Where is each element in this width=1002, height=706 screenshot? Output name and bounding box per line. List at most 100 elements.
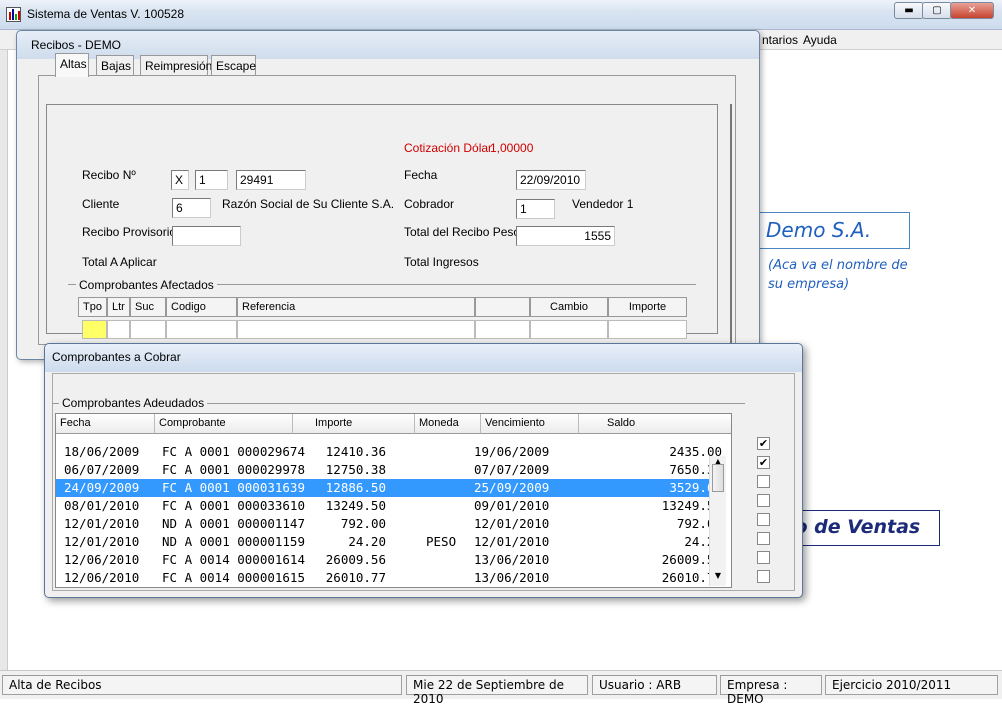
afectados-cell[interactable] [107,320,130,339]
afectados-col-importe[interactable]: Importe [608,297,687,317]
module-banner: lo de Ventas [787,510,940,546]
cell-comprobante: FC A 0014 000001615 [162,570,305,585]
list-item[interactable]: 24/09/2009 FC A 0001 000031639 12886.50 25/… [56,479,722,497]
row-select-checkbox[interactable] [757,513,770,526]
row-select-checkbox[interactable] [757,551,770,564]
row-select-checkbox[interactable] [757,570,770,583]
tab-bajas[interactable]: Bajas [96,55,134,75]
cobrador-field[interactable]: 1 [516,199,555,219]
provisorio-field[interactable] [172,226,241,246]
scroll-thumb[interactable] [712,464,724,492]
afectados-cell[interactable] [608,320,687,339]
afectados-col-suc[interactable]: Suc [130,297,166,317]
afectados-label: Comprobantes Afectados [76,278,217,292]
cell-comprobante: ND A 0001 000001147 [162,516,305,531]
afectados-cell[interactable] [475,320,530,339]
afectados-cell[interactable] [130,320,166,339]
list-item[interactable]: 08/01/2010 FC A 0001 000033610 13249.50 09/… [56,497,722,515]
cell-vencimiento: 09/01/2010 [474,498,550,513]
cell-vencimiento: 07/07/2009 [474,462,550,477]
cell-moneda: PESO [426,534,457,549]
afectados-col-codigo[interactable]: Codigo [166,297,237,317]
list-item[interactable]: 12/06/2010 FC A 0014 000001615 26010.77 13/… [56,569,722,587]
afectados-col-tpo[interactable]: Tpo [78,297,107,317]
list-item[interactable]: 18/06/2009 FC A 0001 000029674 12410.36 19/… [56,443,722,461]
tab-escape[interactable]: Escape [211,55,256,75]
cell-fecha: 12/06/2010 [64,552,140,567]
recibo-punto-field[interactable]: 1 [195,170,228,190]
status-date: Mie 22 de Septiembre de 2010 [406,675,588,706]
cell-comprobante: ND A 0001 000001159 [162,534,305,549]
adeudados-list[interactable]: Fecha Comprobante Importe Moneda Vencimi… [55,413,732,588]
cell-comprobante: FC A 0001 000029674 [162,444,305,459]
row-select-checkbox[interactable]: ✔ [757,456,770,469]
row-select-checkbox[interactable] [757,475,770,488]
afectados-cell[interactable] [237,320,475,339]
col-saldo[interactable]: Saldo [579,414,731,434]
minimize-button[interactable]: ▬ [894,2,924,19]
list-item[interactable]: 12/06/2010 FC A 0014 000001614 26009.56 13/… [56,551,722,569]
col-fecha[interactable]: Fecha [56,414,155,434]
cell-vencimiento: 12/01/2010 [474,534,550,549]
row-select-checkbox[interactable] [757,532,770,545]
close-button[interactable]: ✕ [950,2,994,19]
afectados-cell[interactable] [530,320,608,339]
status-period: Ejercicio 2010/2011 [825,675,998,695]
list-item[interactable]: 12/01/2010 ND A 0001 000001159 24.20 PESO 12… [56,533,722,551]
status-bar: Alta de Recibos Mie 22 de Septiembre de … [0,670,1002,706]
afectados-col-blank[interactable] [475,297,530,317]
scroll-down-icon[interactable]: ▼ [712,572,724,580]
col-comprobante[interactable]: Comprobante [155,414,293,434]
afectados-col-referencia[interactable]: Referencia [237,297,475,317]
row-select-checkbox[interactable] [757,494,770,507]
tab-reimpresion[interactable]: Reimpresión [140,55,212,75]
col-importe[interactable]: Importe [293,414,415,434]
cell-fecha: 12/01/2010 [64,534,140,549]
recibo-letra-field[interactable]: X [171,170,189,190]
col-moneda[interactable]: Moneda [415,414,481,434]
cliente-label: Cliente [82,197,120,211]
afectados-col-cambio[interactable]: Cambio [530,297,608,317]
maximize-button[interactable]: ▢ [922,2,952,19]
col-vencimiento[interactable]: Vencimiento [481,414,579,434]
afectados-col-ltr[interactable]: Ltr [107,297,130,317]
recibos-title: Recibos - DEMO [31,38,122,52]
tab-altas[interactable]: Altas [55,53,89,77]
app-chart-icon [6,7,21,22]
cell-vencimiento: 12/01/2010 [474,516,550,531]
select-checkboxes: ✔ ✔ [757,437,773,587]
recibo-numero-field[interactable]: 29491 [236,170,306,190]
company-name-banner: Demo S.A. [757,212,910,249]
recibo-label: Recibo Nº [82,168,136,182]
cell-comprobante: FC A 0001 000029978 [162,462,305,477]
menu-item-comentarios[interactable]: ntarios [762,33,798,47]
adeudados-rows: 18/06/2009 FC A 0001 000029674 12410.36 19/… [56,443,722,587]
total-aplicar-label: Total A Aplicar [82,255,157,269]
cell-vencimiento: 13/06/2010 [474,570,550,585]
status-left: Alta de Recibos [2,675,402,695]
afectados-cell[interactable] [166,320,237,339]
company-note-line2: su empresa) [768,277,850,292]
afectados-cell-active[interactable] [82,320,107,339]
cobrar-title: Comprobantes a Cobrar [52,350,181,364]
cell-importe: 792.00 [340,516,386,531]
cell-comprobante: FC A 0001 000031639 [162,480,305,495]
cell-fecha: 18/06/2009 [64,444,140,459]
cell-importe: 24.20 [348,534,386,549]
cobrar-title-bar: Comprobantes a Cobrar [45,344,802,372]
cell-importe: 26009.56 [325,552,386,567]
fecha-field[interactable]: 22/09/2010 [516,170,586,190]
adeudados-scrollbar[interactable]: ▲ ▼ [709,456,726,586]
company-note-line1: (Aca va el nombre de [768,258,908,273]
list-item[interactable]: 06/07/2009 FC A 0001 000029978 12750.38 07/… [56,461,722,479]
cell-importe: 13249.50 [325,498,386,513]
menu-item-ayuda[interactable]: Ayuda [803,33,837,47]
cell-fecha: 06/07/2009 [64,462,140,477]
cell-importe: 12750.38 [325,462,386,477]
cell-importe: 26010.77 [325,570,386,585]
list-item[interactable]: 12/01/2010 ND A 0001 000001147 792.00 12/01… [56,515,722,533]
status-company: Empresa : DEMO [720,675,822,706]
row-select-checkbox[interactable]: ✔ [757,437,770,450]
total-pesos-field[interactable]: 1555 [516,226,615,246]
cliente-field[interactable]: 6 [172,198,211,218]
